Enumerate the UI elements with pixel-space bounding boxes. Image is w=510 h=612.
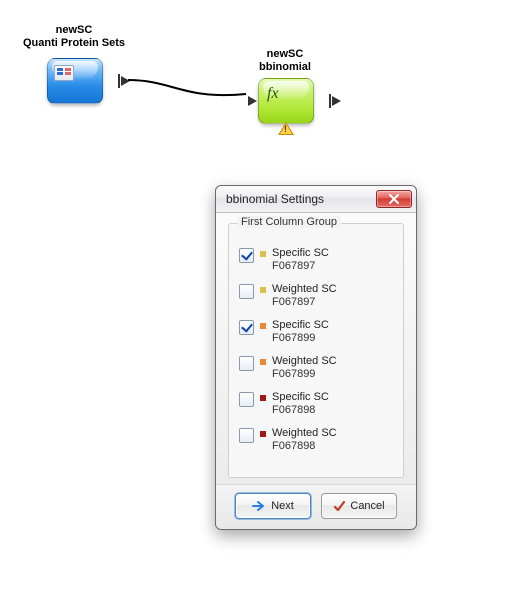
dialog-footer: Next Cancel	[216, 484, 416, 529]
option-sublabel: F067898	[272, 440, 337, 453]
input-port-icon[interactable]	[248, 96, 257, 106]
checkbox[interactable]	[239, 392, 254, 407]
color-swatch-icon	[260, 395, 266, 401]
column-option[interactable]: Specific SCF067897	[239, 247, 393, 273]
table-icon	[54, 65, 74, 81]
checkbox[interactable]	[239, 284, 254, 299]
checkbox[interactable]	[239, 320, 254, 335]
option-sublabel: F067897	[272, 296, 337, 309]
color-swatch-icon	[260, 359, 266, 365]
arrow-right-icon	[252, 500, 266, 512]
option-text: Specific SCF067897	[272, 247, 329, 273]
option-label: Weighted SC	[272, 355, 337, 368]
output-port-icon[interactable]	[332, 96, 341, 106]
option-label: Specific SC	[272, 319, 329, 332]
column-group-box: First Column Group Specific SCF067897Wei…	[228, 223, 404, 478]
node-source-title-1: newSC	[14, 24, 134, 37]
node-source-label: newSC Quanti Protein Sets	[14, 24, 134, 50]
next-button[interactable]: Next	[235, 493, 311, 519]
column-option[interactable]: Weighted SCF067899	[239, 355, 393, 381]
option-text: Weighted SCF067897	[272, 283, 337, 309]
column-option[interactable]: Specific SCF067898	[239, 391, 393, 417]
option-label: Weighted SC	[272, 283, 337, 296]
color-swatch-icon	[260, 251, 266, 257]
option-sublabel: F067897	[272, 260, 329, 273]
option-sublabel: F067898	[272, 404, 329, 417]
output-port-separator	[118, 74, 120, 88]
column-option[interactable]: Weighted SCF067898	[239, 427, 393, 453]
fx-icon: fx	[267, 85, 279, 103]
node-source-title-2: Quanti Protein Sets	[14, 37, 134, 50]
option-sublabel: F067899	[272, 332, 329, 345]
checkbox[interactable]	[239, 428, 254, 443]
close-button[interactable]	[376, 190, 412, 208]
color-swatch-icon	[260, 323, 266, 329]
output-port-separator	[329, 94, 331, 108]
connection-wire	[128, 70, 258, 110]
node-func-label: newSC bbinomial	[245, 48, 325, 74]
check-cancel-icon	[333, 500, 345, 512]
color-swatch-icon	[260, 287, 266, 293]
dialog-body: First Column Group Specific SCF067897Wei…	[216, 213, 416, 484]
output-port-icon[interactable]	[121, 76, 130, 86]
checkbox[interactable]	[239, 356, 254, 371]
option-text: Specific SCF067898	[272, 391, 329, 417]
dialog-title: bbinomial Settings	[226, 192, 376, 206]
workflow-canvas: newSC Quanti Protein Sets newSC bbinomia…	[0, 0, 510, 612]
group-title: First Column Group	[237, 216, 341, 228]
column-option[interactable]: Specific SCF067899	[239, 319, 393, 345]
option-text: Weighted SCF067899	[272, 355, 337, 381]
node-source[interactable]	[47, 58, 103, 104]
column-option[interactable]: Weighted SCF067897	[239, 283, 393, 309]
cancel-button[interactable]: Cancel	[321, 493, 397, 519]
option-text: Weighted SCF067898	[272, 427, 337, 453]
option-label: Weighted SC	[272, 427, 337, 440]
color-swatch-icon	[260, 431, 266, 437]
node-func-title-2: bbinomial	[245, 61, 325, 74]
checkbox[interactable]	[239, 248, 254, 263]
option-label: Specific SC	[272, 247, 329, 260]
node-func[interactable]: fx !	[258, 78, 314, 124]
close-icon	[388, 194, 400, 204]
option-text: Specific SCF067899	[272, 319, 329, 345]
settings-dialog: bbinomial Settings First Column Group Sp…	[215, 185, 417, 530]
option-sublabel: F067899	[272, 368, 337, 381]
cancel-button-label: Cancel	[350, 500, 384, 512]
option-label: Specific SC	[272, 391, 329, 404]
dialog-titlebar[interactable]: bbinomial Settings	[216, 186, 416, 213]
next-button-label: Next	[271, 500, 294, 512]
node-func-title-1: newSC	[245, 48, 325, 61]
warning-mark: !	[284, 124, 287, 134]
